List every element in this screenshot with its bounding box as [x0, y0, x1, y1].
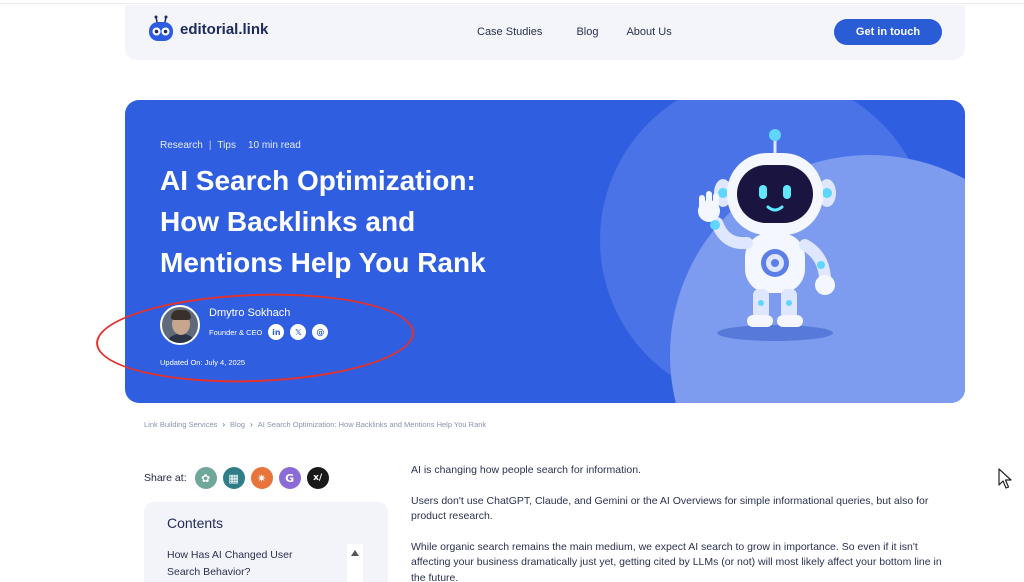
robot-logo-icon [147, 15, 175, 43]
tag-research[interactable]: Research [160, 140, 203, 151]
article-tags: Research | Tips 10 min read [160, 140, 301, 151]
contents-scrollbar[interactable] [347, 544, 363, 582]
share-bar: Share at: ✿ ▦ ✷ G x/ [144, 467, 335, 489]
nav-about-us[interactable]: About Us [626, 26, 671, 38]
table-of-contents: Contents How Has AI Changed User Search … [144, 502, 388, 582]
claude-icon[interactable]: ✷ [250, 467, 273, 489]
article-paragraph: Users don't use ChatGPT, Claude, and Gem… [411, 494, 929, 523]
article-paragraph: While organic search remains the main me… [411, 540, 942, 582]
chevron-right-icon: › [250, 420, 253, 429]
robot-illustration [675, 125, 855, 355]
article-paragraph: AI is changing how people search for inf… [411, 464, 641, 476]
breadcrumb-link-building[interactable]: Link Building Services [144, 420, 217, 429]
nav-case-studies[interactable]: Case Studies [477, 26, 542, 38]
title-line: AI Search Optimization: [160, 165, 476, 196]
article-body: AI is changing how people search for inf… [411, 463, 951, 582]
google-icon[interactable]: G [278, 467, 301, 489]
logo-text: editorial.link [180, 20, 269, 38]
title-line: How Backlinks and [160, 206, 416, 237]
contents-item[interactable]: How Has AI Changed User Search Behavior? [167, 547, 327, 581]
tag-tips[interactable]: Tips [217, 140, 236, 151]
top-divider [0, 3, 1024, 4]
title-line: Mentions Help You Rank [160, 247, 486, 278]
logo[interactable]: editorial.link [147, 15, 268, 43]
mouse-cursor-icon [998, 468, 1014, 490]
scroll-up-icon[interactable] [351, 550, 359, 556]
tag-separator: | [208, 140, 212, 151]
gemini-icon[interactable]: ▦ [222, 467, 245, 489]
chatgpt-icon[interactable]: ✿ [194, 467, 217, 489]
nav-blog[interactable]: Blog [576, 26, 598, 38]
share-label: Share at: [144, 472, 187, 484]
read-time: 10 min read [247, 140, 301, 151]
main-nav: Case Studies Blog About Us [477, 26, 672, 38]
site-header: editorial.link Case Studies Blog About U… [125, 5, 965, 60]
chevron-right-icon: › [222, 420, 226, 429]
breadcrumb-blog[interactable]: Blog [230, 420, 245, 429]
article-title: AI Search Optimization: How Backlinks an… [160, 160, 580, 283]
grok-icon[interactable]: x/ [306, 467, 329, 489]
contents-title: Contents [167, 515, 224, 531]
get-in-touch-button[interactable]: Get in touch [834, 19, 942, 45]
breadcrumb: Link Building Services › Blog › AI Searc… [144, 420, 486, 429]
breadcrumb-current: AI Search Optimization: How Backlinks an… [257, 420, 487, 429]
